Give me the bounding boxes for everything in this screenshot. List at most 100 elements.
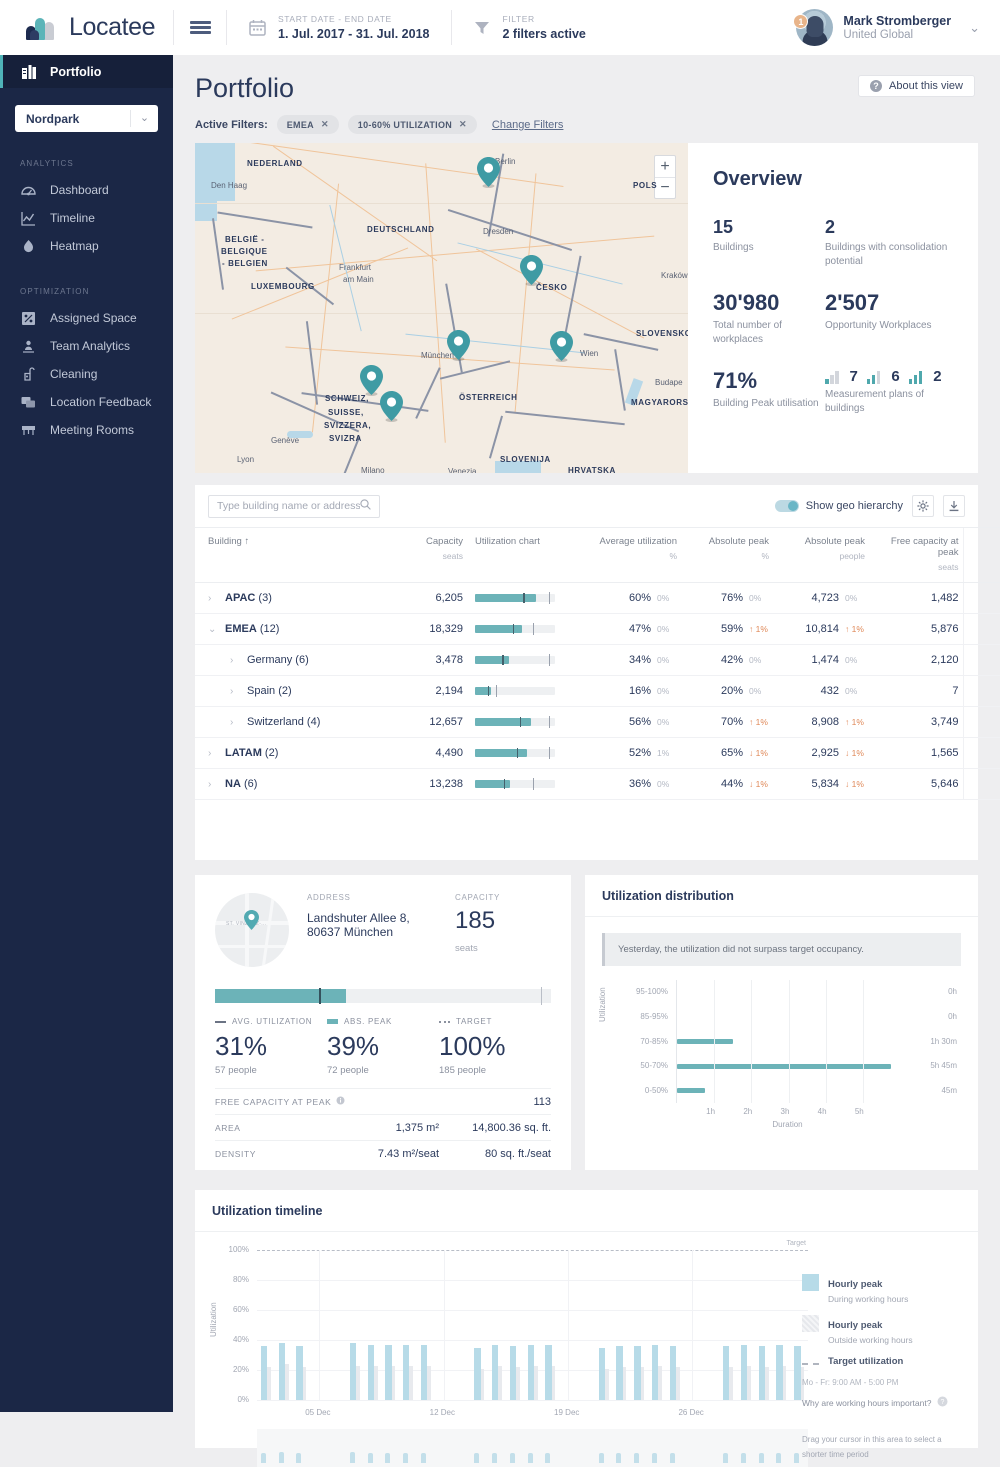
row-name-cell[interactable]: › APAC (3)	[195, 582, 405, 614]
close-icon[interactable]: ✕	[459, 119, 467, 130]
filter-selector[interactable]: FILTER 2 filters active	[452, 0, 607, 55]
filter-chip-emea[interactable]: EMEA ✕	[276, 115, 339, 134]
table-column-header[interactable]: Free capacity at peak seats	[869, 527, 963, 583]
row-actions-cell[interactable]	[962, 644, 1000, 676]
sidebar-item-dashboard[interactable]: Dashboard	[0, 176, 173, 204]
gauge-icon	[20, 182, 37, 199]
table-column-header[interactable]: Building ↑	[195, 527, 405, 583]
sidebar-item-team-analytics[interactable]: Team Analytics	[0, 332, 173, 360]
table-row[interactable]: › Germany (6) 3,478 34% 0% 42% 0% 1,474 0% 2,120	[195, 644, 1000, 676]
change-filters-link[interactable]: Change Filters	[492, 119, 564, 131]
close-icon[interactable]: ✕	[321, 119, 329, 130]
sidebar-item-heatmap[interactable]: Heatmap	[0, 232, 173, 260]
row-name-cell[interactable]: › LATAM (2)	[195, 737, 405, 769]
row-value-imperial: 14,800.36 sq. ft.	[472, 1121, 551, 1134]
target-label: Target	[786, 1240, 806, 1247]
chevron-icon[interactable]: ›	[230, 686, 238, 697]
question-icon[interactable]: ?	[937, 1396, 948, 1409]
row-name-cell[interactable]: › Switzerland (4)	[195, 706, 405, 738]
utilization-timeline-card: Utilization timeline Utilization 0% 20% 40…	[195, 1190, 978, 1467]
sidebar-item-location-feedback[interactable]: Location Feedback	[0, 388, 173, 416]
brush-bar	[669, 1452, 675, 1463]
date-range-selector[interactable]: START DATE - END DATE 1. Jul. 2017 - 31.…	[227, 0, 451, 55]
row-name-cell[interactable]: ⌄ EMEA (12)	[195, 613, 405, 645]
table-row[interactable]: › LATAM (2) 4,490 52% 1% 65% ↓ 1% 2,925 ↓ 1% 1,56…	[195, 737, 1000, 769]
sidebar-item-portfolio[interactable]: Portfolio	[0, 55, 173, 88]
chevron-icon[interactable]: ⌄	[208, 624, 216, 635]
filter-chip-utilization[interactable]: 10-60% UTILIZATION ✕	[347, 115, 477, 134]
site-picker[interactable]: Nordpark ⌄	[15, 105, 158, 132]
map-label: SVIZRA	[329, 434, 362, 443]
table-row[interactable]: ⌄ EMEA (12) 18,329 47% 0% 59% ↑ 1% 10,814 ↑ 1% 5,…	[195, 613, 1000, 645]
about-this-view-button[interactable]: ? About this view	[858, 75, 975, 97]
row-actions-cell[interactable]	[962, 737, 1000, 769]
row-actions-cell[interactable]	[962, 706, 1000, 738]
row-name-cell[interactable]: › Spain (2)	[195, 675, 405, 707]
map-pin-icon[interactable]	[477, 157, 500, 188]
user-menu[interactable]: 1 Mark Stromberger United Global ⌄	[793, 0, 1000, 55]
info-icon[interactable]	[336, 1096, 345, 1107]
map-pin-icon[interactable]	[380, 391, 403, 422]
feedback-icon	[20, 394, 37, 411]
sidebar-item-timeline[interactable]: Timeline	[0, 204, 173, 232]
row-actions-cell[interactable]	[962, 768, 1000, 800]
locatee-logo-icon	[26, 16, 60, 40]
table-column-header[interactable]: Absolute peak%	[681, 527, 773, 583]
row-name-cell[interactable]: › Germany (6)	[195, 644, 405, 676]
sidebar-item-assigned-space[interactable]: Assigned Space	[0, 304, 173, 332]
timeline-bar-working	[794, 1346, 801, 1400]
map-pin-icon[interactable]	[520, 255, 543, 286]
zoom-in-button[interactable]: +	[655, 156, 675, 177]
timeline-plot[interactable]: Target	[257, 1240, 808, 1401]
zoom-out-button[interactable]: −	[655, 177, 675, 198]
row-actions-cell[interactable]	[962, 582, 1000, 614]
stat-caption: Total number of workplaces	[713, 320, 782, 345]
search-input[interactable]	[217, 500, 360, 512]
download-icon[interactable]	[943, 495, 965, 517]
row-name-cell[interactable]: › NA (6)	[195, 768, 405, 800]
brush-bar	[420, 1452, 426, 1463]
line-chart-icon	[20, 210, 37, 227]
hamburger-icon[interactable]	[174, 0, 226, 55]
chevron-icon[interactable]: ›	[230, 655, 238, 666]
sidebar-item-meeting-rooms[interactable]: Meeting Rooms	[0, 416, 173, 444]
table-row[interactable]: › APAC (3) 6,205 60% 0% 76% 0% 4,723 0% 1,482	[195, 582, 1000, 614]
chevron-down-icon[interactable]: ⌄	[130, 110, 158, 127]
app-logo[interactable]: Locatee	[0, 0, 173, 55]
table-row[interactable]: › Switzerland (4) 12,657 56% 0% 70% ↑ 1% 8,908 ↑…	[195, 706, 1000, 738]
map-label: SLOVENSKO	[636, 329, 688, 338]
table-column-header[interactable]: Utilization chart	[467, 527, 575, 583]
sidebar-heading-optimization: OPTIMIZATION	[20, 287, 90, 296]
table-row[interactable]: › NA (6) 13,238 36% 0% 44% ↓ 1% 5,834 ↓ 1% 5,646	[195, 768, 1000, 800]
table-column-header[interactable]: Capacity seats	[405, 527, 467, 583]
table-column-header[interactable]: Average utilization%	[575, 527, 681, 583]
chevron-icon[interactable]: ›	[230, 717, 238, 728]
metric-legend: AVG. UTILIZATION	[232, 1017, 313, 1026]
table-column-header[interactable]: Absolute peak people	[773, 527, 869, 583]
map-pin-icon[interactable]	[447, 330, 470, 361]
building-minimap[interactable]: ST. VINZENZ-...	[215, 893, 289, 967]
map-pin-icon[interactable]	[550, 331, 573, 362]
chevron-icon[interactable]: ›	[208, 748, 216, 759]
chevron-down-icon[interactable]: ⌄	[969, 20, 980, 36]
chevron-icon[interactable]: ›	[208, 593, 216, 604]
search-field[interactable]	[208, 494, 380, 518]
legend-swatch	[802, 1363, 819, 1365]
gear-icon[interactable]	[912, 495, 934, 517]
map-label: POLS	[633, 181, 658, 190]
working-hours-help[interactable]: Why are working hours important? ?	[802, 1396, 960, 1409]
map-label: NEDERLAND	[247, 159, 303, 168]
sidebar-item-cleaning[interactable]: Cleaning	[0, 360, 173, 388]
row-actions-cell[interactable]	[962, 613, 1000, 645]
row-actions-cell[interactable]	[962, 675, 1000, 707]
portfolio-map[interactable]: + − NEDERLAND Den Haag DEUTSCHLAND Dresden B…	[195, 143, 688, 473]
legend-item-target: Target utilization	[802, 1356, 960, 1367]
brush-bar	[403, 1452, 409, 1463]
geo-hierarchy-toggle[interactable]	[774, 500, 799, 512]
brush-bar	[474, 1453, 480, 1463]
metric-people: 72 people	[327, 1065, 369, 1076]
table-row[interactable]: › Spain (2) 2,194 16% 0% 20% 0% 432 0% 7	[195, 675, 1000, 707]
timeline-brush[interactable]	[257, 1429, 808, 1467]
map-zoom-controls[interactable]: + −	[654, 155, 676, 199]
chevron-icon[interactable]: ›	[208, 779, 216, 790]
